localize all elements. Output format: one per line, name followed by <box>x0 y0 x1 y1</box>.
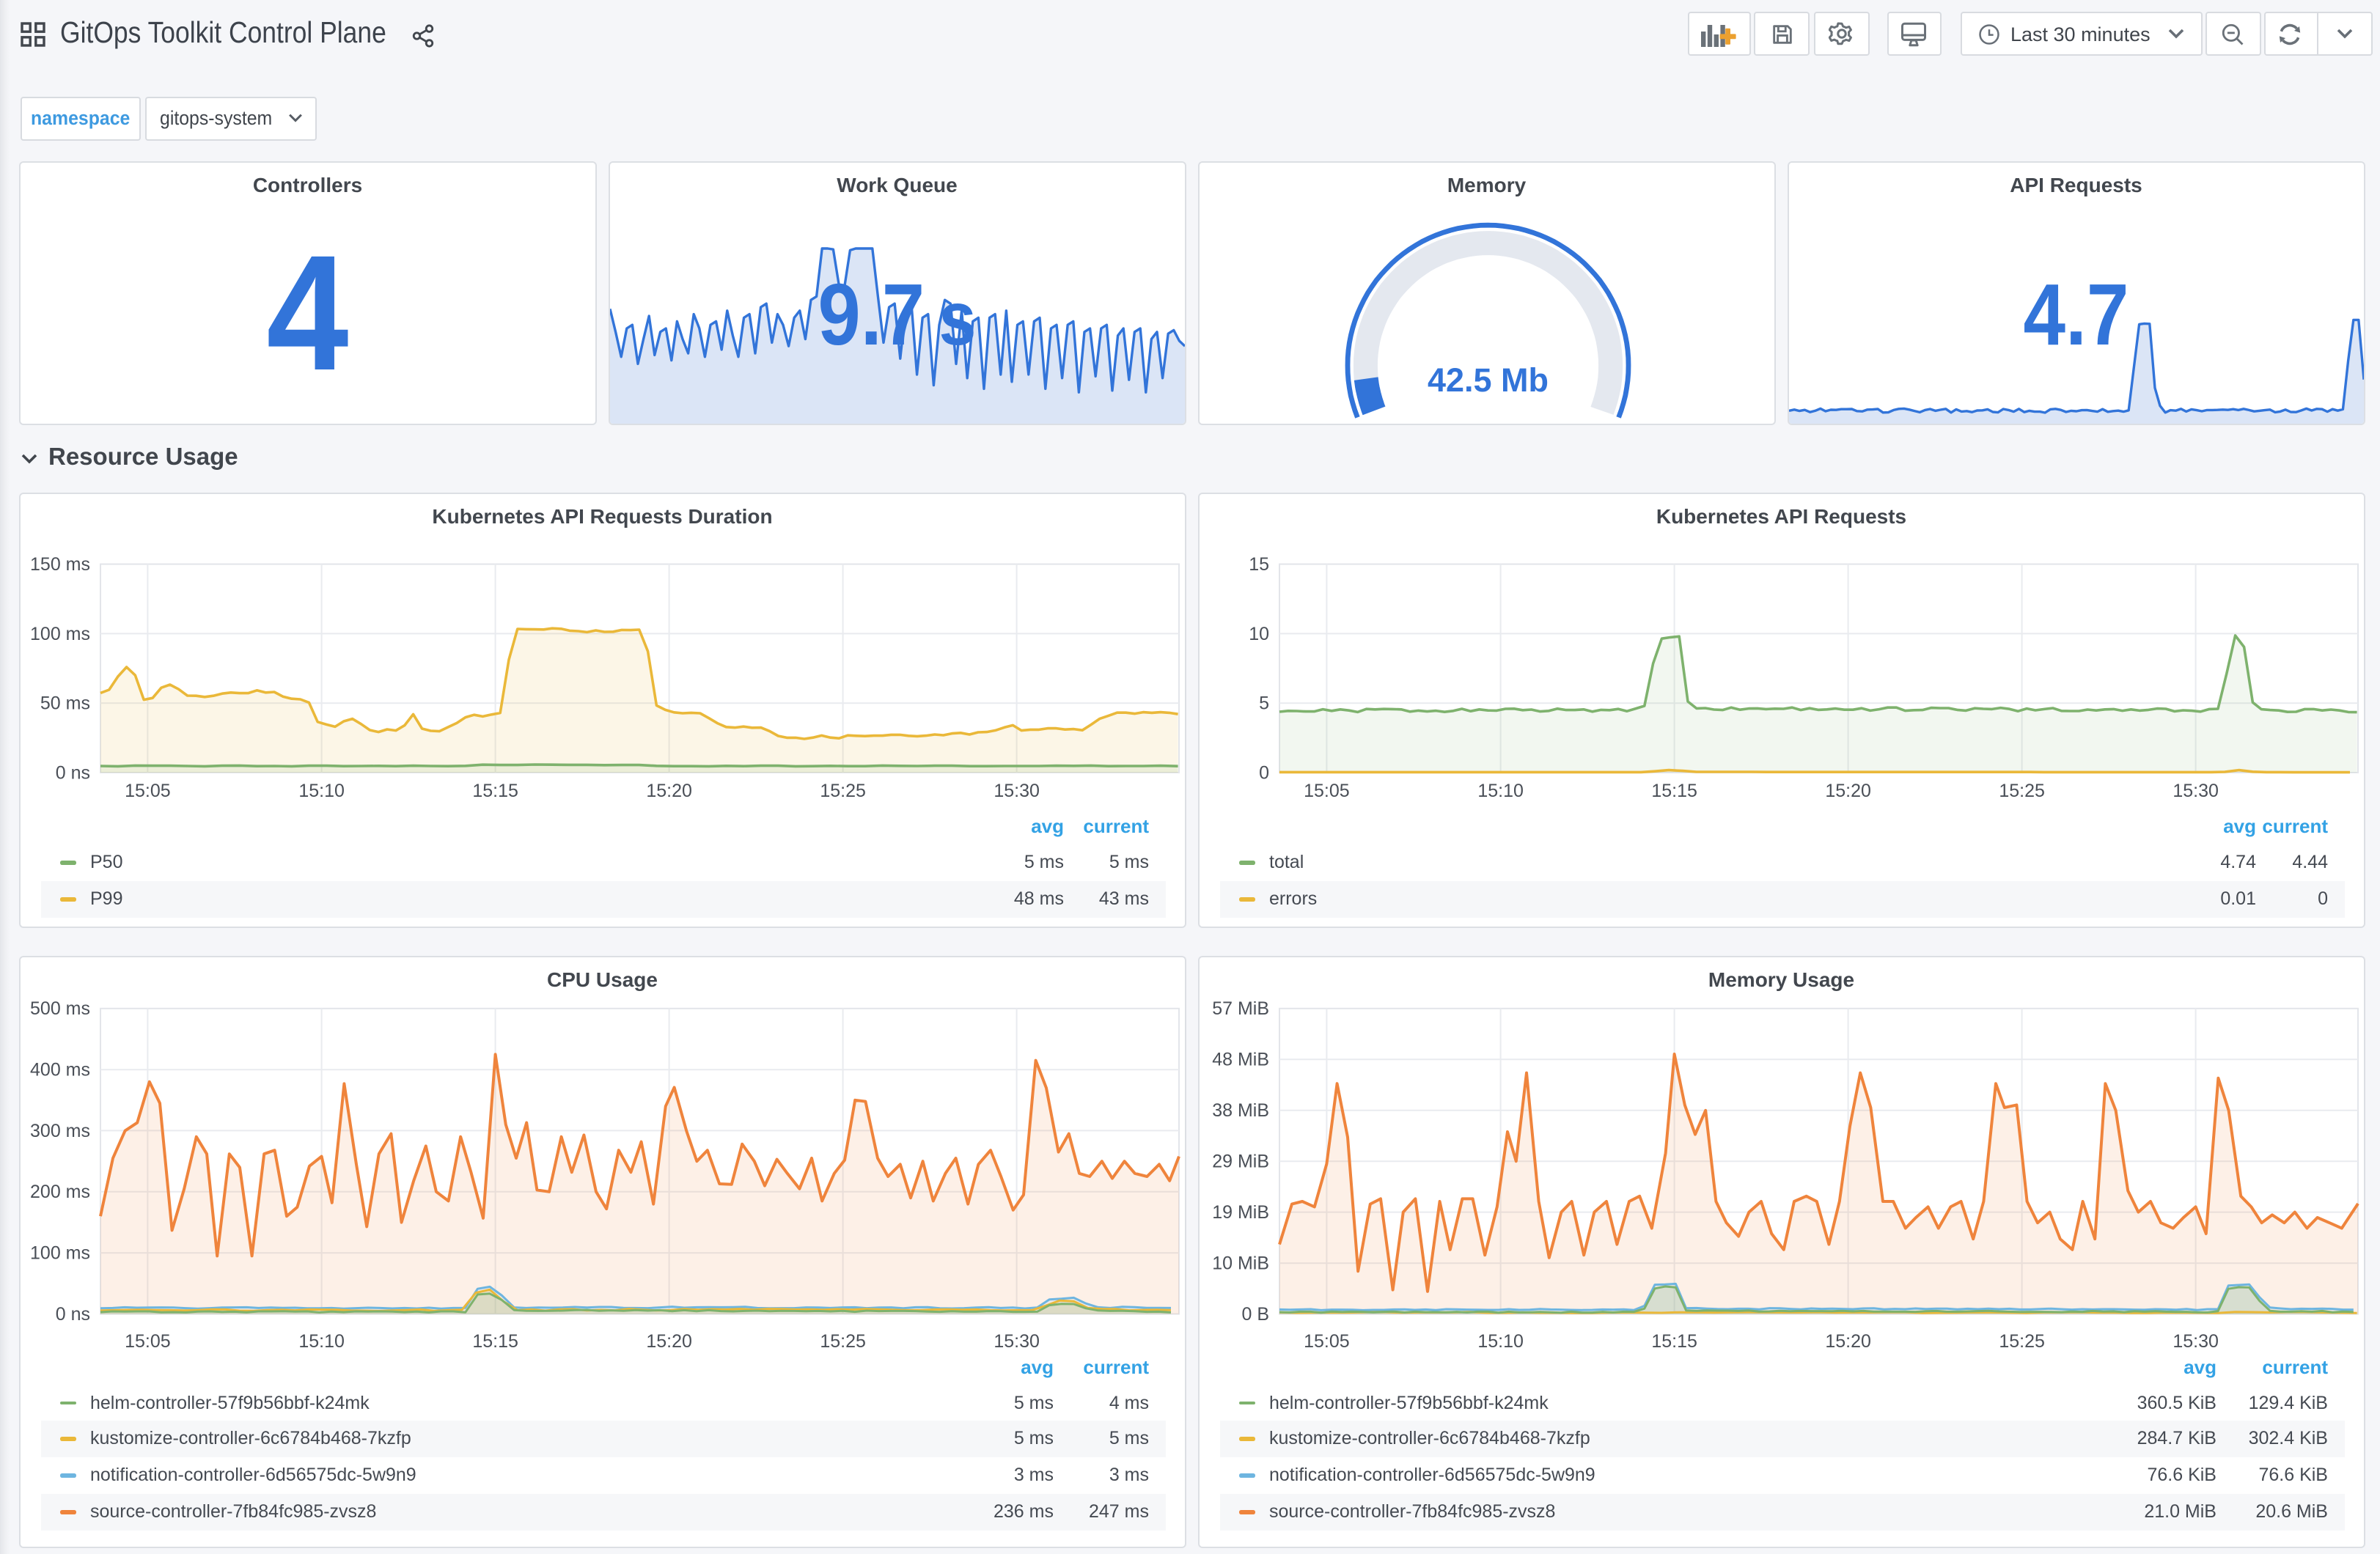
svg-text:15:30: 15:30 <box>993 1330 1040 1351</box>
svg-text:15:25: 15:25 <box>1999 1330 2045 1351</box>
svg-text:38 MiB: 38 MiB <box>1212 1100 1269 1120</box>
svg-text:50 ms: 50 ms <box>40 693 90 713</box>
svg-text:15:15: 15:15 <box>472 1330 518 1351</box>
svg-text:15:10: 15:10 <box>298 780 345 800</box>
svg-text:19 MiB: 19 MiB <box>1212 1201 1269 1222</box>
svg-text:15:30: 15:30 <box>993 780 1040 800</box>
svg-text:500 ms: 500 ms <box>30 998 90 1018</box>
svg-text:100 ms: 100 ms <box>30 1242 90 1263</box>
svg-text:15:05: 15:05 <box>1304 1330 1350 1351</box>
svg-text:200 ms: 200 ms <box>30 1181 90 1201</box>
svg-text:15:20: 15:20 <box>1825 780 1871 800</box>
svg-text:150 ms: 150 ms <box>30 553 90 574</box>
svg-text:15:30: 15:30 <box>2173 1330 2219 1351</box>
svg-text:15:10: 15:10 <box>298 1330 345 1351</box>
svg-text:15:25: 15:25 <box>1999 780 2045 800</box>
svg-text:100 ms: 100 ms <box>30 623 90 644</box>
svg-text:5: 5 <box>1259 693 1269 713</box>
svg-text:300 ms: 300 ms <box>30 1120 90 1141</box>
svg-text:15:15: 15:15 <box>472 780 518 800</box>
svg-text:15:30: 15:30 <box>2173 780 2219 800</box>
svg-text:10: 10 <box>1249 623 1269 644</box>
svg-text:15:20: 15:20 <box>646 780 692 800</box>
svg-text:0 B: 0 B <box>1241 1303 1269 1324</box>
svg-text:15:25: 15:25 <box>820 780 866 800</box>
svg-text:0: 0 <box>1259 762 1269 782</box>
svg-text:10 MiB: 10 MiB <box>1212 1253 1269 1273</box>
svg-text:15:10: 15:10 <box>1477 780 1524 800</box>
svg-text:48 MiB: 48 MiB <box>1212 1049 1269 1069</box>
svg-text:42.5 Mb: 42.5 Mb <box>1428 361 1549 398</box>
svg-text:15:05: 15:05 <box>125 1330 171 1351</box>
svg-text:15: 15 <box>1249 553 1269 574</box>
svg-text:15:20: 15:20 <box>1825 1330 1871 1351</box>
svg-text:29 MiB: 29 MiB <box>1212 1151 1269 1171</box>
svg-text:15:20: 15:20 <box>646 1330 692 1351</box>
svg-text:0 ns: 0 ns <box>56 762 90 782</box>
svg-text:15:15: 15:15 <box>1651 780 1697 800</box>
svg-text:15:15: 15:15 <box>1651 1330 1697 1351</box>
svg-text:15:05: 15:05 <box>125 780 171 800</box>
svg-text:15:05: 15:05 <box>1304 780 1350 800</box>
svg-text:57 MiB: 57 MiB <box>1212 998 1269 1018</box>
svg-text:15:10: 15:10 <box>1477 1330 1524 1351</box>
svg-text:15:25: 15:25 <box>820 1330 866 1351</box>
svg-text:0 ns: 0 ns <box>56 1303 90 1324</box>
svg-text:400 ms: 400 ms <box>30 1059 90 1080</box>
